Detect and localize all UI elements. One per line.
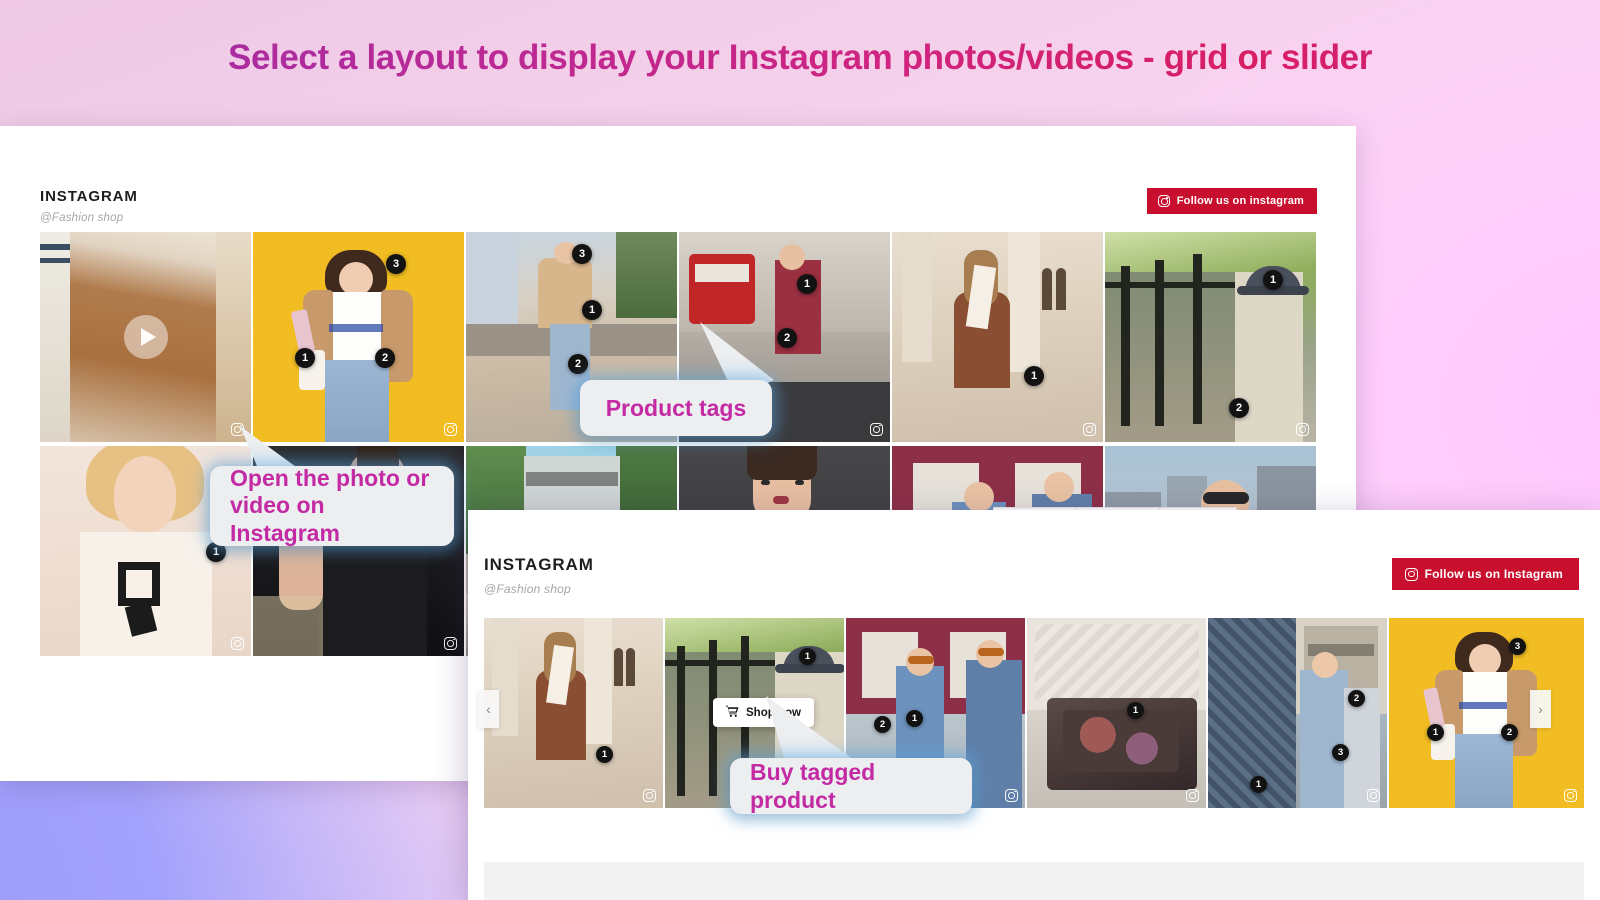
instagram-icon (1157, 195, 1170, 207)
product-tag-badge[interactable]: 1 (295, 348, 315, 368)
grid-tile[interactable]: 1 (892, 232, 1103, 442)
instagram-link-icon[interactable] (1564, 789, 1577, 802)
slider-widget-header: INSTAGRAM @Fashion shop (484, 555, 594, 596)
instagram-link-icon[interactable] (1367, 789, 1380, 802)
slider-widget-handle: @Fashion shop (484, 582, 571, 596)
grid-widget-header: INSTAGRAM @Fashion shop (40, 188, 138, 224)
product-tag-badge[interactable]: 2 (1229, 398, 1249, 418)
chevron-right-icon: › (1538, 701, 1543, 717)
instagram-link-icon[interactable] (1005, 789, 1018, 802)
product-tag-badge[interactable]: 2 (375, 348, 395, 368)
slider-next-button[interactable]: › (1530, 690, 1551, 728)
slider-widget-title: INSTAGRAM (484, 555, 594, 574)
product-tag-badge[interactable]: 3 (386, 254, 406, 274)
slider-tile[interactable]: 1 (1027, 618, 1206, 808)
bottom-strip (484, 862, 1584, 900)
product-tag-badge[interactable]: 1 (906, 710, 923, 727)
cart-icon (726, 705, 739, 720)
product-tag-badge[interactable]: 1 (1427, 724, 1444, 741)
slider-tile[interactable]: 2 3 1 (1208, 618, 1387, 808)
product-tag-badge[interactable]: 2 (1501, 724, 1518, 741)
page-root: Select a layout to display your Instagra… (0, 0, 1600, 900)
grid-tile[interactable] (40, 232, 251, 442)
callout-buy-tagged: Buy tagged product (730, 758, 972, 814)
instagram-link-icon[interactable] (870, 423, 883, 436)
instagram-link-icon[interactable] (643, 789, 656, 802)
slider-prev-button[interactable]: ‹ (478, 690, 499, 728)
slider-tile-container: 1 1 2 1 1 2 3 1 3 1 2 (484, 618, 1584, 808)
callout-product-tags: Product tags (580, 380, 772, 436)
instagram-link-icon[interactable] (1296, 423, 1309, 436)
instagram-link-icon[interactable] (1186, 789, 1199, 802)
instagram-link-icon[interactable] (444, 423, 457, 436)
chevron-left-icon: ‹ (486, 701, 491, 717)
product-tag-badge[interactable]: 3 (572, 244, 592, 264)
slider-tile[interactable]: 1 (484, 618, 663, 808)
follow-us-on-instagram-button[interactable]: Follow us on Instagram (1391, 558, 1579, 590)
instagram-link-icon[interactable] (444, 637, 457, 650)
instagram-link-icon[interactable] (1083, 423, 1096, 436)
product-tag-badge[interactable]: 3 (1332, 744, 1349, 761)
instagram-icon (1404, 567, 1418, 581)
product-tag-badge[interactable]: 1 (1127, 702, 1144, 719)
product-tag-badge[interactable]: 1 (797, 274, 817, 294)
product-tag-badge[interactable]: 1 (1250, 776, 1267, 793)
callout-open-photo-text: Open the photo or video on Instagram (230, 464, 430, 546)
grid-widget-handle: @Fashion shop (40, 212, 124, 224)
grid-tile[interactable]: 1 2 (1105, 232, 1316, 442)
product-tag-badge[interactable]: 1 (582, 300, 602, 320)
product-tag-badge[interactable]: 1 (1263, 270, 1283, 290)
follow-button-label: Follow us on instagram (1176, 195, 1304, 207)
product-tag-badge[interactable]: 2 (777, 328, 797, 348)
product-tag-badge[interactable]: 2 (1348, 690, 1365, 707)
follow-button-label: Follow us on Instagram (1424, 567, 1563, 581)
callout-product-tags-text: Product tags (605, 394, 747, 421)
follow-us-on-instagram-button[interactable]: Follow us on instagram (1146, 188, 1317, 214)
page-title: Select a layout to display your Instagra… (0, 38, 1600, 78)
grid-widget-title: INSTAGRAM (40, 188, 138, 205)
product-tag-badge[interactable]: 2 (568, 354, 588, 374)
grid-tile[interactable]: 3 1 2 (253, 232, 464, 442)
callout-open-photo: Open the photo or video on Instagram (210, 464, 454, 546)
instagram-slider-widget-panel: INSTAGRAM @Fashion shop Follow us on Ins… (468, 510, 1600, 900)
product-tag-badge[interactable]: 3 (1509, 638, 1526, 655)
product-tag-badge[interactable]: 1 (799, 648, 816, 665)
instagram-link-icon[interactable] (231, 637, 244, 650)
product-tag-badge[interactable]: 1 (596, 746, 613, 763)
slider-tile[interactable]: 3 1 2 (1389, 618, 1584, 808)
callout-buy-tagged-text: Buy tagged product (750, 758, 876, 813)
product-tag-badge[interactable]: 1 (1024, 366, 1044, 386)
play-video-button[interactable] (123, 315, 168, 359)
